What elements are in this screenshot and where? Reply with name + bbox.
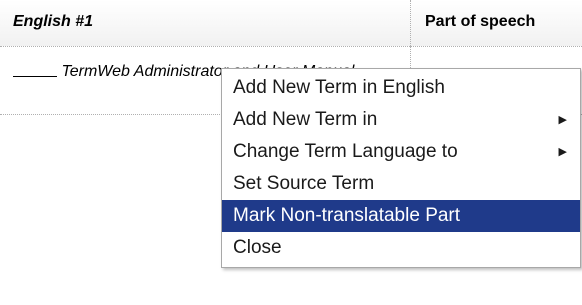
menu-item-add-new-term-in[interactable]: Add New Term in ▶ [222, 104, 580, 136]
menu-item-add-new-term-english[interactable]: Add New Term in English [222, 72, 580, 104]
menu-item-change-term-language[interactable]: Change Term Language to ▶ [222, 136, 580, 168]
submenu-arrow-icon: ▶ [558, 114, 567, 126]
menu-item-label: Mark Non-translatable Part [233, 205, 461, 226]
menu-item-label: Change Term Language to [233, 141, 458, 162]
table-header-row: English #1 Part of speech [0, 0, 582, 47]
column-header-english[interactable]: English #1 [13, 13, 93, 31]
menu-item-close[interactable]: Close [222, 232, 580, 264]
menu-item-label: Set Source Term [233, 173, 375, 194]
menu-item-label: Add New Term in English [233, 77, 445, 98]
term-blank: ____ [13, 62, 57, 77]
menu-item-label: Add New Term in [233, 109, 378, 130]
context-menu: Add New Term in English Add New Term in … [221, 68, 581, 268]
column-header-part-of-speech[interactable]: Part of speech [425, 13, 535, 31]
menu-item-mark-non-translatable-part[interactable]: Mark Non-translatable Part [222, 200, 580, 232]
submenu-arrow-icon: ▶ [558, 146, 567, 158]
menu-item-label: Close [233, 237, 282, 258]
menu-item-set-source-term[interactable]: Set Source Term [222, 168, 580, 200]
column-divider [410, 0, 411, 46]
